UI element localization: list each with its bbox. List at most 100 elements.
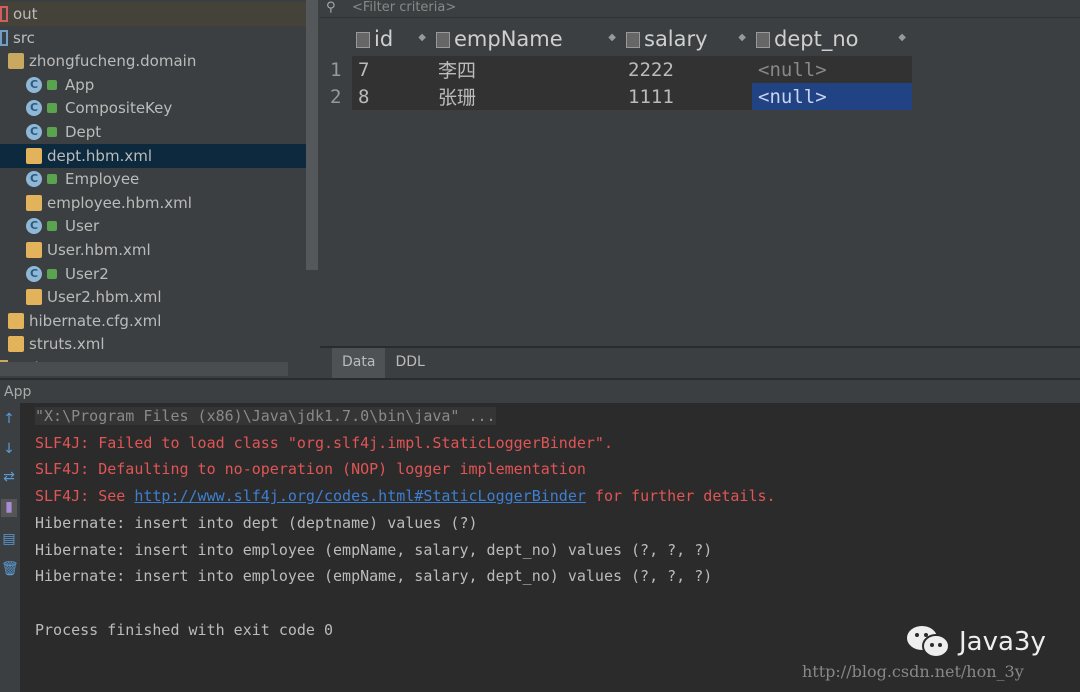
folder-icon bbox=[0, 6, 8, 22]
grid-tabs: Data DDL bbox=[320, 346, 1080, 378]
sort-icon[interactable]: ◆ bbox=[898, 32, 906, 43]
search-icon: ⚲ bbox=[326, 0, 336, 15]
tree-item[interactable]: zhongfucheng.domain bbox=[0, 49, 306, 73]
tree-item[interactable]: dept.hbm.xml bbox=[0, 143, 306, 168]
column-header-id[interactable]: id ◆ bbox=[352, 22, 432, 56]
sort-icon[interactable]: ◆ bbox=[608, 32, 616, 43]
console-line: Hibernate: insert into dept (deptname) v… bbox=[35, 513, 478, 532]
tree-item[interactable]: User.hbm.xml bbox=[0, 238, 306, 262]
tree-scrollbar[interactable] bbox=[306, 0, 318, 270]
class-icon: C bbox=[26, 218, 42, 235]
tree-item[interactable]: struts.xml bbox=[0, 332, 306, 356]
column-icon bbox=[756, 32, 770, 48]
tree-item[interactable]: C Employee bbox=[0, 167, 306, 191]
column-header-salary[interactable]: salary ◆ bbox=[622, 22, 752, 56]
print-icon[interactable]: ▤ bbox=[1, 531, 17, 549]
table-cell[interactable]: 8 bbox=[352, 83, 432, 110]
table-row[interactable]: 2 8 张珊 1111 <null> bbox=[320, 83, 912, 110]
tree-item[interactable]: out bbox=[0, 2, 306, 26]
watermark: Java3y bbox=[905, 624, 1046, 660]
tree-item-label: App bbox=[65, 75, 95, 94]
column-icon bbox=[626, 32, 640, 48]
console-line: Process finished with exit code 0 bbox=[35, 620, 334, 639]
tree-item[interactable]: employee.hbm.xml bbox=[0, 191, 306, 215]
class-icon: C bbox=[26, 100, 42, 117]
tree-item-label: CompositeKey bbox=[65, 99, 173, 118]
console-line: "X:\Program Files (x86)\Java\jdk1.7.0\bi… bbox=[35, 407, 496, 425]
row-number-header bbox=[320, 22, 352, 56]
filter-input[interactable]: ⚲ <Filter criteria> bbox=[320, 0, 1080, 18]
tree-item-label: dept.hbm.xml bbox=[47, 146, 152, 165]
tree-item-label: employee.hbm.xml bbox=[47, 193, 192, 212]
tree-item[interactable]: C User2 bbox=[0, 262, 306, 286]
table-cell[interactable]: <null> bbox=[752, 56, 912, 83]
tree-item-label: User bbox=[65, 217, 100, 236]
tree-item-label: struts.xml bbox=[29, 335, 105, 354]
xml-file-icon bbox=[8, 312, 24, 329]
class-icon: C bbox=[26, 76, 42, 93]
tree-item-label: User2.hbm.xml bbox=[47, 288, 162, 307]
class-icon: C bbox=[26, 124, 42, 140]
tree-item-label: Employee bbox=[65, 170, 140, 189]
arrow-down-icon[interactable]: ↓ bbox=[1, 441, 17, 459]
xml-file-icon bbox=[8, 336, 24, 353]
tree-item[interactable]: User2.hbm.xml bbox=[0, 285, 306, 309]
arrow-up-icon[interactable]: ↑ bbox=[1, 411, 17, 429]
class-icon: C bbox=[26, 265, 42, 282]
table-cell[interactable]: 李四 bbox=[432, 56, 622, 83]
result-table: id ◆ empName ◆ salary ◆ dept_no ◆ 1 7 李四 2222 <null… bbox=[320, 22, 912, 110]
tab-ddl[interactable]: DDL bbox=[385, 348, 434, 378]
public-lock-icon bbox=[47, 127, 57, 137]
xml-file-icon bbox=[26, 194, 42, 211]
wechat-icon bbox=[907, 626, 950, 658]
tree-item-label: out bbox=[13, 5, 38, 23]
sort-icon[interactable]: ◆ bbox=[738, 32, 746, 43]
tree-item-label: hibernate.cfg.xml bbox=[29, 311, 162, 330]
tree-item-label: zhongfucheng.domain bbox=[29, 52, 197, 71]
column-icon bbox=[436, 32, 450, 48]
console-line: Hibernate: insert into employee (empName… bbox=[35, 567, 713, 586]
data-grid: ⚲ <Filter criteria> id ◆ empName ◆ salary ◆ dep… bbox=[320, 0, 1080, 346]
tree-item-label: User2 bbox=[65, 264, 109, 283]
tree-item[interactable]: src bbox=[0, 26, 306, 50]
column-header-empName[interactable]: empName ◆ bbox=[432, 22, 622, 56]
soft-wrap-icon[interactable]: ⇄ bbox=[1, 469, 17, 487]
class-icon: C bbox=[26, 171, 42, 188]
tree-item[interactable]: C Dept bbox=[0, 120, 306, 144]
table-cell[interactable]: 2222 bbox=[622, 56, 752, 83]
column-icon bbox=[356, 32, 370, 48]
trash-icon[interactable]: 🗑 bbox=[1, 561, 19, 579]
row-number: 2 bbox=[320, 83, 352, 110]
tree-horizontal-scrollbar[interactable] bbox=[0, 362, 288, 376]
xml-file-icon bbox=[26, 242, 42, 258]
scroll-to-end-icon[interactable]: ▮ bbox=[1, 499, 17, 517]
public-lock-icon bbox=[47, 174, 57, 185]
tree-item[interactable]: C CompositeKey bbox=[0, 96, 306, 120]
table-row[interactable]: 1 7 李四 2222 <null> bbox=[320, 56, 912, 83]
tree-item-label: Dept bbox=[65, 123, 102, 141]
run-panel-title: App bbox=[0, 378, 1080, 403]
console-line: Hibernate: insert into employee (empName… bbox=[35, 540, 713, 559]
sort-icon[interactable]: ◆ bbox=[418, 32, 426, 43]
tree-item-label: src bbox=[13, 28, 35, 47]
console-line: SLF4J: See http://www.slf4j.org/codes.ht… bbox=[35, 487, 776, 506]
console-line: SLF4J: Defaulting to no-operation (NOP) … bbox=[35, 460, 586, 479]
column-header-dept_no[interactable]: dept_no ◆ bbox=[752, 22, 912, 56]
tree-item[interactable]: hibernate.cfg.xml bbox=[0, 309, 306, 333]
public-lock-icon bbox=[47, 268, 57, 279]
table-cell[interactable]: <null> bbox=[752, 83, 912, 110]
folder-icon bbox=[0, 29, 8, 46]
tree-item[interactable]: C User bbox=[0, 214, 306, 238]
tab-data[interactable]: Data bbox=[332, 348, 386, 378]
public-lock-icon bbox=[47, 79, 57, 90]
row-number: 1 bbox=[320, 56, 352, 83]
tree-item-label: User.hbm.xml bbox=[47, 241, 151, 259]
run-toolbar: ↑ ↓ ⇄ ▮ ▤ 🗑 bbox=[0, 403, 20, 692]
public-lock-icon bbox=[47, 103, 57, 114]
table-cell[interactable]: 张珊 bbox=[432, 83, 622, 110]
table-cell[interactable]: 7 bbox=[352, 56, 432, 83]
xml-file-icon bbox=[26, 147, 42, 164]
table-cell[interactable]: 1111 bbox=[622, 83, 752, 110]
console-link[interactable]: http://www.slf4j.org/codes.html#StaticLo… bbox=[134, 487, 586, 505]
tree-item[interactable]: C App bbox=[0, 73, 306, 97]
